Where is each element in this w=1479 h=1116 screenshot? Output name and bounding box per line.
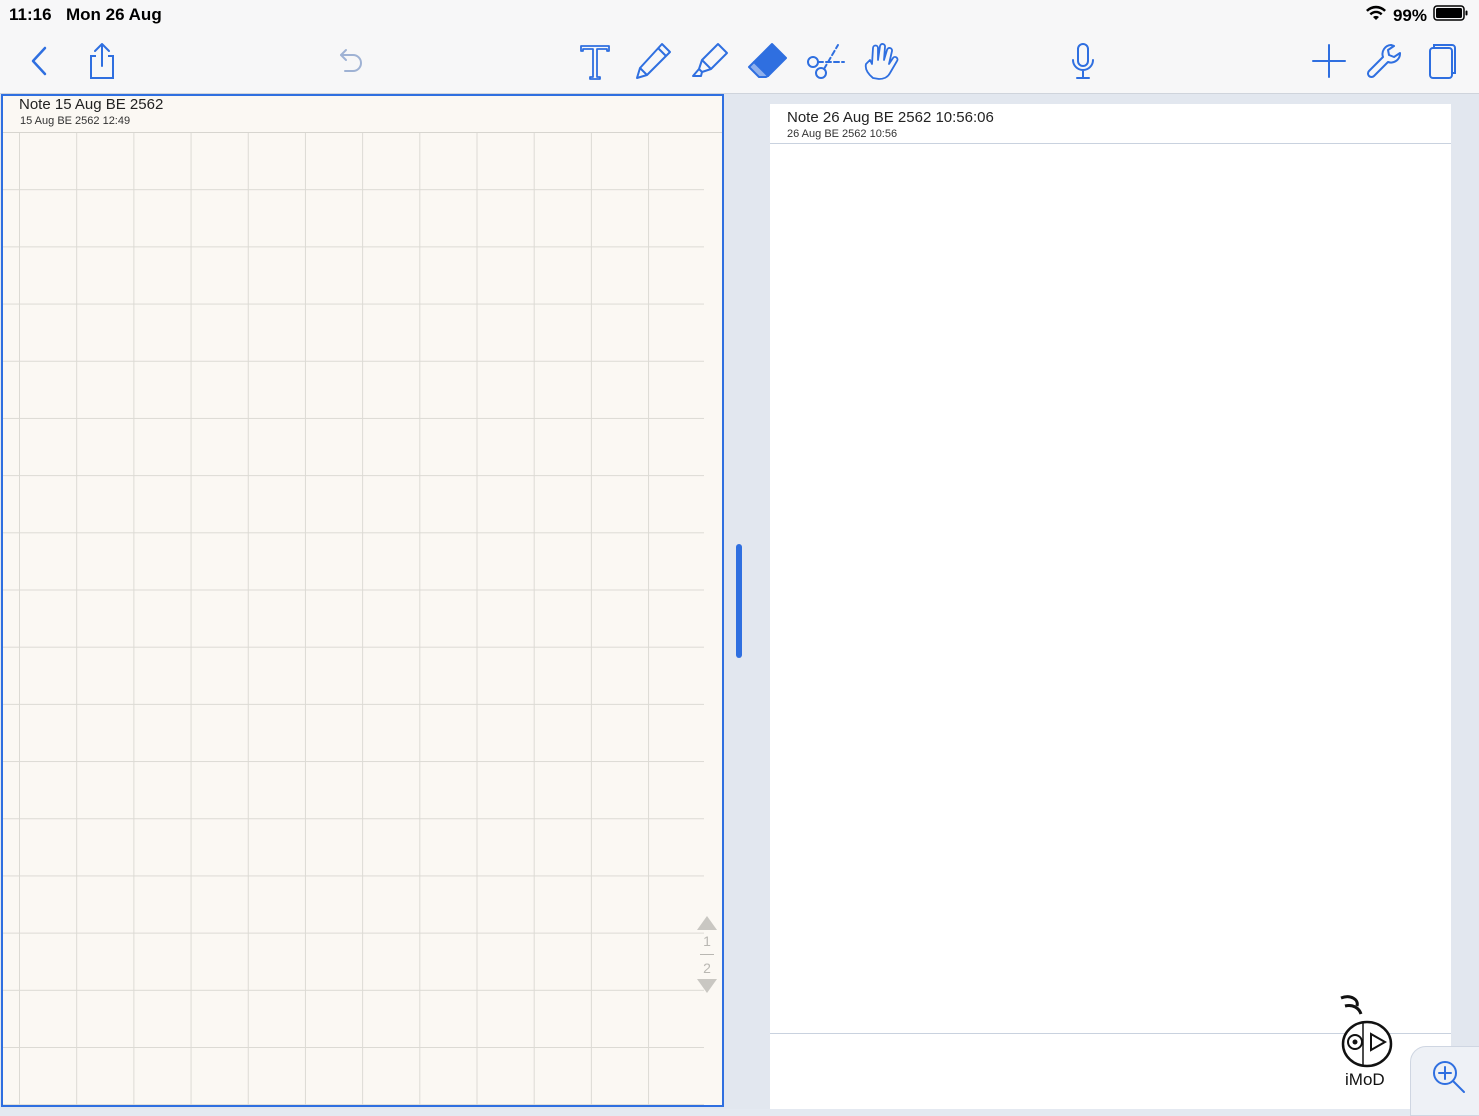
add-icon	[1312, 44, 1346, 78]
microphone-button[interactable]	[1060, 38, 1106, 84]
split-divider-handle[interactable]	[736, 544, 742, 658]
battery-icon	[1433, 4, 1469, 27]
right-note-date: 26 Aug BE 2562 10:56	[787, 128, 898, 140]
highlighter-icon	[692, 43, 728, 77]
page-separator	[700, 954, 714, 955]
scissors-icon	[807, 44, 845, 79]
scissors-tool-button[interactable]	[802, 38, 848, 84]
microphone-icon	[1072, 43, 1094, 79]
pen-icon	[636, 43, 671, 79]
text-tool-icon	[580, 45, 610, 80]
imod-watermark: iMoD	[1333, 992, 1403, 1092]
watermark-mascot-icon	[1340, 995, 1393, 1068]
right-note-page[interactable]: Note 26 Aug BE 2562 10:56:06 26 Aug BE 2…	[770, 104, 1451, 1109]
pages-button[interactable]	[1418, 38, 1464, 84]
left-note-date: 15 Aug BE 2562 12:49	[20, 115, 131, 127]
add-button[interactable]	[1306, 38, 1352, 84]
toolbar	[0, 30, 1479, 94]
wifi-icon	[1365, 4, 1387, 27]
page-indicator: 1 2	[695, 916, 719, 1016]
page-current: 1	[703, 933, 711, 949]
left-note-header: Note 15 Aug BE 2562 15 Aug BE 2562 12:49	[3, 96, 722, 133]
hand-pointer-icon	[864, 43, 899, 80]
pen-tool-button[interactable]	[630, 38, 676, 84]
right-note-header: Note 26 Aug BE 2562 10:56:06 26 Aug BE 2…	[770, 104, 1451, 144]
zoom-button[interactable]	[1410, 1046, 1479, 1116]
eraser-icon	[748, 43, 787, 78]
share-icon	[90, 43, 114, 79]
watermark-text: iMoD	[1345, 1070, 1385, 1089]
pages-icon	[1429, 44, 1456, 79]
status-right: 99%	[1365, 4, 1469, 27]
eraser-tool-button[interactable]	[744, 38, 790, 84]
settings-button[interactable]	[1362, 38, 1408, 84]
highlighter-tool-button[interactable]	[687, 38, 733, 84]
status-bar: 11:16 Mon 26 Aug 99%	[0, 0, 1479, 30]
share-button[interactable]	[79, 38, 125, 84]
status-date: Mon 26 Aug	[66, 5, 162, 24]
right-note-title: Note 26 Aug BE 2562 10:56:06	[787, 109, 994, 126]
battery-percent: 99%	[1392, 5, 1427, 25]
page-down-icon[interactable]	[697, 979, 717, 993]
undo-button[interactable]	[325, 38, 371, 84]
hand-tool-button[interactable]	[857, 38, 903, 84]
workspace: Note 15 Aug BE 2562 15 Aug BE 2562 12:49…	[0, 94, 1479, 1109]
back-button[interactable]	[16, 38, 62, 84]
page-total: 2	[703, 960, 711, 976]
wrench-icon	[1366, 44, 1401, 79]
back-icon	[31, 46, 47, 76]
zoom-in-icon	[1433, 1061, 1465, 1093]
page-up-icon[interactable]	[697, 916, 717, 930]
status-time: 11:16	[9, 5, 52, 24]
left-note-title: Note 15 Aug BE 2562	[19, 96, 164, 113]
text-tool-button[interactable]	[572, 38, 618, 84]
left-note-page[interactable]: Note 15 Aug BE 2562 15 Aug BE 2562 12:49…	[1, 94, 724, 1107]
undo-icon	[340, 49, 362, 72]
